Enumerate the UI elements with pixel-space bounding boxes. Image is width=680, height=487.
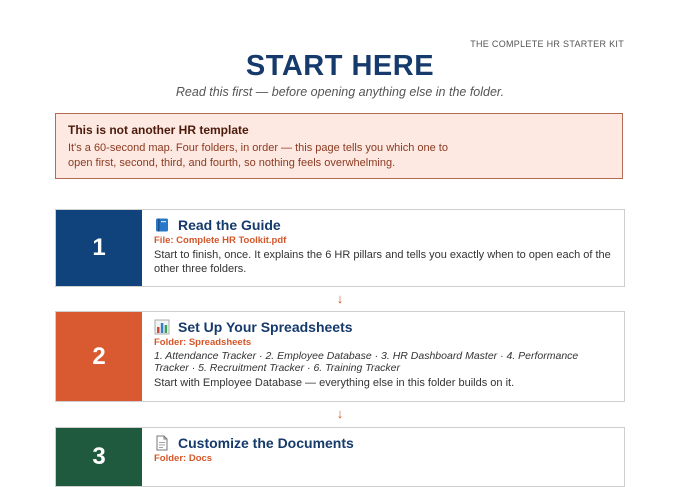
step-content-2: Set Up Your Spreadsheets Folder: Spreads… [142, 312, 624, 401]
step-description-2: Start with Employee Database — everythin… [154, 377, 515, 389]
step-title-1: Read the Guide [178, 217, 281, 233]
step-card-2: 2 Set Up Your Spreadsheets Folder: Sprea… [55, 311, 625, 402]
page-title: START HERE [245, 50, 435, 82]
intro-callout: This is not another HR template It's a 6… [55, 113, 623, 179]
bar-chart-icon [154, 319, 170, 335]
step-title-row-1: Read the Guide [154, 217, 612, 233]
step-number-3: 3 [56, 428, 142, 486]
step-title-2: Set Up Your Spreadsheets [178, 319, 353, 335]
step-content-3: Customize the Documents Folder: Docs [142, 428, 624, 486]
step-title-3: Customize the Documents [178, 435, 354, 451]
book-icon [154, 217, 170, 233]
step-card-1: 1 Read the Guide File: Complete HR Toolk… [55, 209, 625, 287]
kit-label: THE COMPLETE HR STARTER KIT [470, 39, 624, 49]
step-content-1: Read the Guide File: Complete HR Toolkit… [142, 210, 624, 286]
down-arrow-icon: ↓ [336, 291, 344, 306]
step-source-1: File: Complete HR Toolkit.pdf [154, 235, 287, 246]
step-items-2: 1. Attendance Tracker · 2. Employee Data… [154, 350, 579, 374]
step-title-row-3: Customize the Documents [154, 435, 612, 451]
step-number-2: 2 [56, 312, 142, 401]
callout-heading: This is not another HR template [68, 123, 249, 137]
document-icon [154, 435, 170, 451]
down-arrow-icon: ↓ [336, 406, 344, 421]
step-number-1: 1 [56, 210, 142, 286]
step-description-1: Start to finish, once. It explains the 6… [154, 249, 611, 275]
page-subtitle: Read this first — before opening anythin… [175, 85, 505, 99]
step-card-3: 3 Customize the Documents Folder: Docs [55, 427, 625, 487]
callout-body: It's a 60-second map. Four folders, in o… [68, 142, 448, 169]
step-source-2: Folder: Spreadsheets [154, 337, 252, 348]
step-title-row-2: Set Up Your Spreadsheets [154, 319, 612, 335]
